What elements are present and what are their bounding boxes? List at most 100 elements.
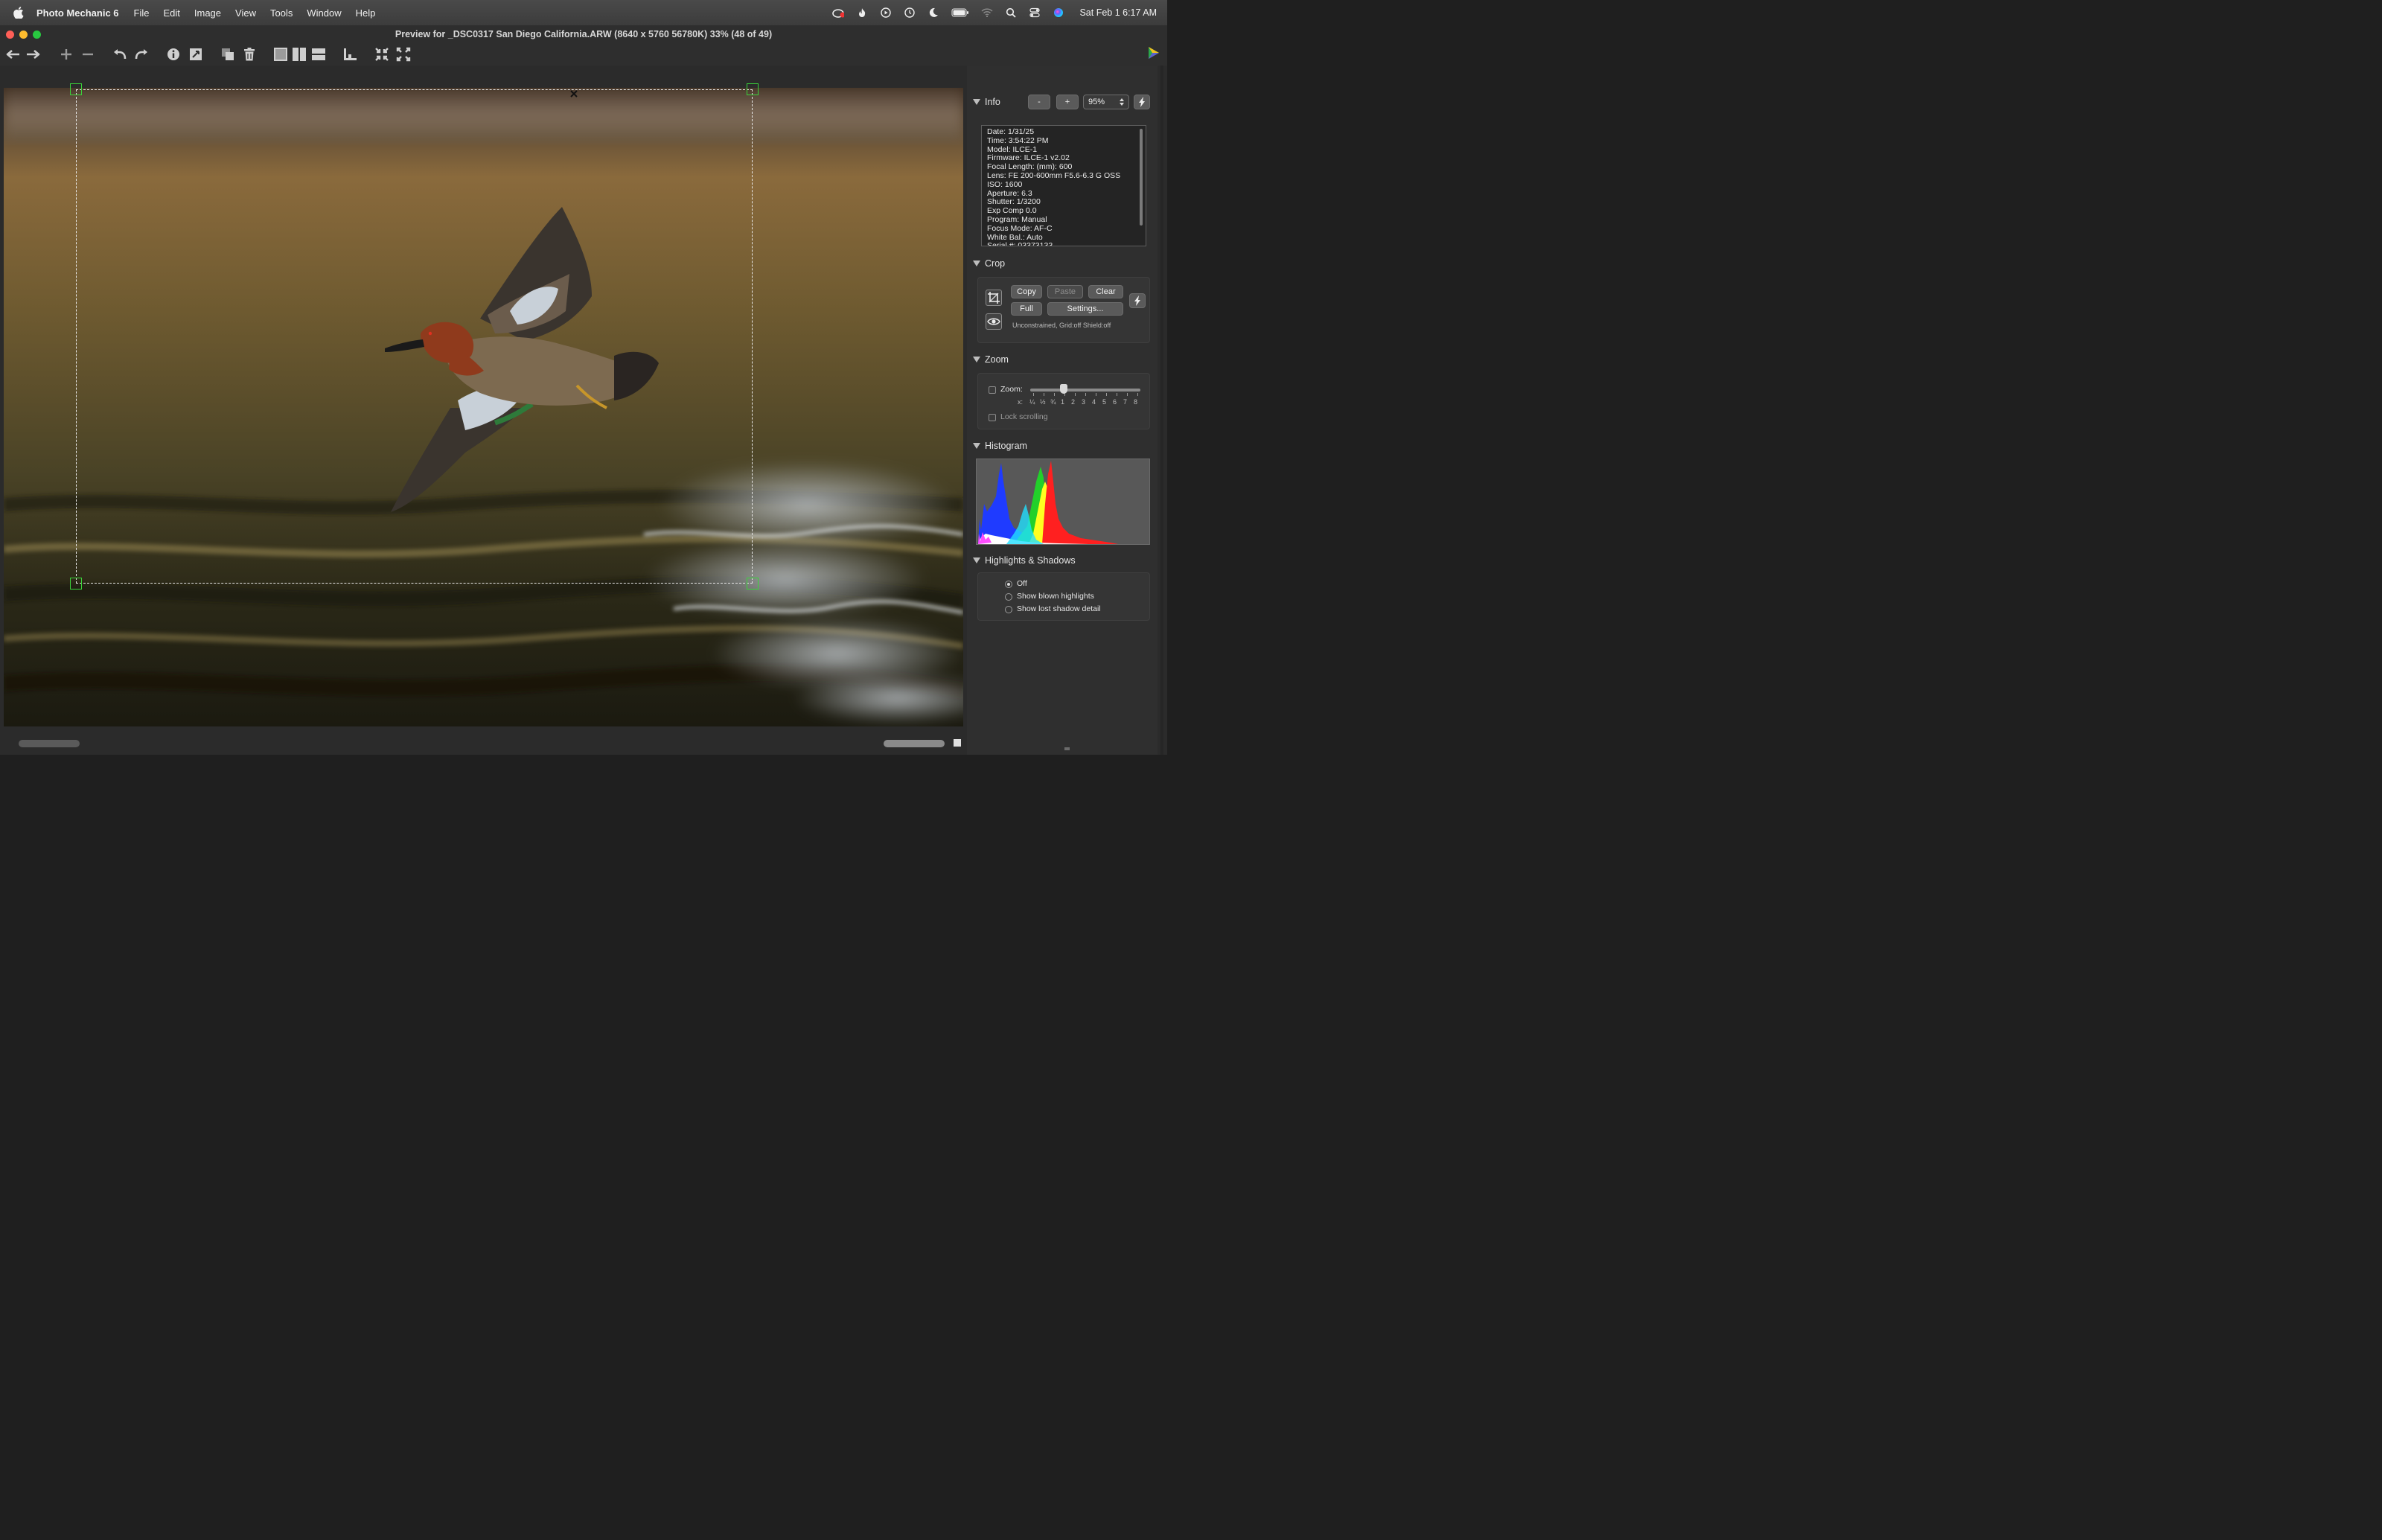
single-view-icon[interactable] — [272, 46, 290, 63]
preview-area[interactable] — [4, 66, 963, 752]
highlights-shadows-section-header[interactable]: Highlights & Shadows — [973, 555, 1076, 566]
zoom-tick-mark — [1075, 393, 1076, 396]
siri-icon[interactable] — [1053, 7, 1064, 19]
radio-off-label[interactable]: Off — [1017, 579, 1027, 588]
moon-icon[interactable] — [927, 7, 939, 19]
zoom-tick-mark — [1137, 393, 1138, 396]
zoom-panel: Zoom: x: ¼½¾12345678 Lock scrolling — [977, 373, 1150, 429]
lock-scrolling-checkbox[interactable] — [989, 414, 996, 421]
crop-handle-top-right[interactable] — [747, 83, 759, 95]
crop-clear-button[interactable]: Clear — [1088, 285, 1123, 298]
radio-show-blown-highlights-label[interactable]: Show blown highlights — [1017, 592, 1094, 601]
previous-photo-button[interactable] — [4, 46, 22, 63]
crop-tool-icon[interactable] — [986, 290, 1002, 306]
battery-icon[interactable] — [951, 7, 969, 19]
rotate-left-icon[interactable] — [111, 46, 129, 63]
apple-icon[interactable] — [13, 7, 25, 19]
crop-settings-button[interactable]: Settings... — [1047, 302, 1123, 316]
crop-lightning-button[interactable] — [1129, 293, 1146, 308]
info-icon[interactable] — [165, 46, 182, 63]
title-bar: Preview for _DSC0317 San Diego Californi… — [0, 25, 1167, 43]
time-machine-icon[interactable] — [904, 7, 916, 19]
zoom-tick-label: 8 — [1134, 398, 1138, 406]
disclosure-triangle-icon[interactable] — [973, 357, 980, 362]
horizontal-scrollbar-thumb[interactable] — [884, 740, 945, 747]
info-metadata-box[interactable]: Date: 1/31/25 Time: 3:54:22 PM Model: ILCE… — [981, 125, 1146, 246]
menu-clock[interactable]: Sat Feb 1 6:17 AM — [1079, 7, 1157, 18]
info-zoom-minus-button[interactable]: - — [1028, 95, 1050, 109]
info-scrollbar[interactable] — [1140, 129, 1143, 226]
info-lightning-button[interactable] — [1134, 95, 1150, 109]
disclosure-triangle-icon[interactable] — [973, 99, 980, 105]
histogram-graph — [976, 459, 1150, 545]
app-menu[interactable]: Photo Mechanic 6 — [36, 7, 119, 19]
side-by-side-view-icon[interactable] — [290, 46, 308, 63]
image-edit-icon[interactable] — [187, 46, 205, 63]
bottom-scroll-strip — [4, 736, 963, 755]
crop-center-move-icon[interactable] — [569, 89, 578, 98]
zoom-out-button[interactable] — [79, 46, 97, 63]
rotate-right-icon[interactable] — [132, 46, 150, 63]
menu-window[interactable]: Window — [307, 7, 341, 19]
zoom-section-header[interactable]: Zoom — [973, 354, 1009, 365]
zoom-slider-thumb[interactable] — [1060, 384, 1067, 394]
status-area: Sat Feb 1 6:17 AM — [832, 0, 1157, 25]
crop-preview-eye-icon[interactable] — [986, 313, 1002, 330]
info-zoom-plus-button[interactable]: + — [1056, 95, 1079, 109]
search-icon[interactable] — [1005, 7, 1017, 19]
info-zoom-select[interactable]: 95% — [1083, 95, 1129, 109]
radio-off[interactable] — [1005, 581, 1012, 588]
menu-view[interactable]: View — [235, 7, 256, 19]
crop-handle-bottom-left[interactable] — [70, 578, 82, 590]
menu-file[interactable]: File — [134, 7, 150, 19]
radio-show-lost-shadow-detail[interactable] — [1005, 606, 1012, 613]
zoom-slider-track[interactable] — [1030, 389, 1140, 392]
disclosure-triangle-icon[interactable] — [973, 261, 980, 266]
crop-full-button[interactable]: Full — [1011, 302, 1042, 316]
crop-paste-button[interactable]: Paste — [1047, 285, 1083, 298]
stacked-view-icon[interactable] — [310, 46, 328, 63]
crop-copy-button[interactable]: Copy — [1011, 285, 1042, 298]
zoom-tick-label: ¼ — [1029, 398, 1035, 406]
next-photo-button[interactable] — [25, 46, 42, 63]
creative-cloud-icon[interactable] — [832, 7, 845, 19]
crop-status-text: Unconstrained, Grid:off Shield:off — [1012, 322, 1111, 329]
crop-section-header[interactable]: Crop — [973, 258, 1005, 269]
panel-resize-grip[interactable] — [1064, 747, 1070, 750]
radio-show-lost-shadow-detail-label[interactable]: Show lost shadow detail — [1017, 604, 1101, 613]
zoom-x-label: x: — [1018, 398, 1024, 406]
resize-square-icon[interactable] — [954, 739, 961, 747]
menu-tools[interactable]: Tools — [270, 7, 293, 19]
zoom-tick-label: 1 — [1061, 398, 1065, 406]
flame-icon[interactable] — [856, 7, 868, 19]
filmstrip-scroller[interactable] — [19, 740, 80, 747]
zoom-tick-label: ¾ — [1050, 398, 1056, 406]
shrink-icon[interactable] — [373, 46, 391, 63]
zoom-checkbox[interactable] — [989, 386, 996, 394]
copy-icon[interactable] — [219, 46, 237, 63]
crop-rectangle[interactable] — [70, 83, 759, 590]
crop-handle-top-left[interactable] — [70, 83, 82, 95]
menu-image[interactable]: Image — [194, 7, 221, 19]
trash-icon[interactable] — [240, 46, 258, 63]
sidebar-scroll-track[interactable] — [1160, 66, 1163, 755]
info-section-header[interactable]: Info — [973, 97, 1000, 107]
zoom-in-button[interactable] — [57, 46, 75, 63]
histogram-section-header[interactable]: Histogram — [973, 441, 1027, 451]
menu-help[interactable]: Help — [356, 7, 376, 19]
info-heading: Info — [985, 97, 1000, 107]
menu-edit[interactable]: Edit — [163, 7, 179, 19]
photo-mechanic-logo-icon — [1146, 45, 1161, 60]
info-line: ISO: 1600 — [987, 179, 1023, 189]
zoom-slider-tickmarks — [1032, 393, 1139, 396]
play-circle-icon[interactable] — [880, 7, 892, 19]
disclosure-triangle-icon[interactable] — [973, 557, 980, 563]
expand-icon[interactable] — [395, 46, 412, 63]
align-icon[interactable] — [341, 46, 359, 63]
zoom-heading: Zoom — [985, 354, 1009, 365]
disclosure-triangle-icon[interactable] — [973, 443, 980, 449]
radio-show-blown-highlights[interactable] — [1005, 593, 1012, 601]
wifi-icon[interactable] — [981, 7, 993, 19]
crop-handle-bottom-right[interactable] — [747, 578, 759, 590]
control-center-icon[interactable] — [1029, 7, 1041, 19]
